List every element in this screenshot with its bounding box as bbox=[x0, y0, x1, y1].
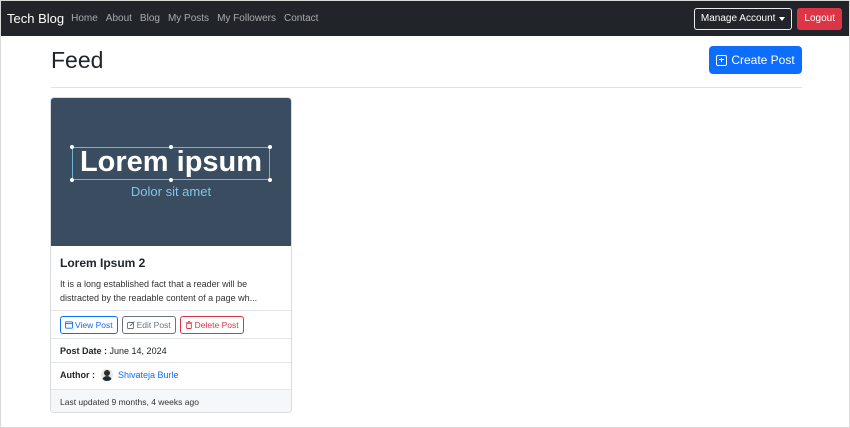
card-divider bbox=[51, 362, 291, 363]
pencil-square-icon bbox=[126, 321, 135, 329]
post-card-footer: Last updated 9 months, 4 weeks ago bbox=[51, 389, 291, 412]
create-post-button[interactable]: Create Post bbox=[709, 46, 802, 74]
edit-post-button[interactable]: Edit Post bbox=[121, 316, 176, 334]
card-divider bbox=[51, 338, 291, 339]
post-date-row: Post Date : June 14, 2024 bbox=[60, 346, 167, 356]
post-card-body: Lorem Ipsum 2 It is a long established f… bbox=[51, 246, 291, 305]
caret-down-icon bbox=[779, 16, 786, 21]
post-card: Lorem ipsum Dolor sit amet Lorem Ipsum 2… bbox=[50, 97, 292, 413]
post-date-value: June 14, 2024 bbox=[109, 346, 167, 356]
edit-post-label: Edit Post bbox=[136, 320, 171, 330]
post-author-row: Author : Shivateja Burle bbox=[60, 369, 179, 381]
view-post-label: View Post bbox=[75, 320, 113, 330]
post-title: Lorem Ipsum 2 bbox=[60, 256, 146, 270]
nav-links: Home About Blog My Posts My Followers Co… bbox=[71, 13, 326, 24]
view-post-button[interactable]: View Post bbox=[60, 316, 118, 334]
create-post-label: Create Post bbox=[731, 53, 795, 67]
delete-post-label: Delete Post bbox=[194, 320, 239, 330]
post-cover-image[interactable]: Lorem ipsum Dolor sit amet bbox=[51, 98, 291, 246]
post-excerpt: It is a long established fact that a rea… bbox=[60, 279, 258, 303]
author-link[interactable]: Shivateja Burle bbox=[118, 370, 179, 380]
delete-post-button[interactable]: Delete Post bbox=[179, 316, 244, 334]
author-avatar bbox=[101, 369, 113, 381]
nav-link-contact[interactable]: Contact bbox=[284, 13, 318, 24]
top-navbar: Tech Blog Home About Blog My Posts My Fo… bbox=[1, 1, 849, 36]
last-updated-text: Last updated 9 months, 4 weeks ago bbox=[60, 397, 199, 407]
brand-link[interactable]: Tech Blog bbox=[7, 11, 64, 26]
header-divider bbox=[51, 87, 802, 88]
post-author-label: Author : bbox=[60, 370, 95, 380]
nav-link-about[interactable]: About bbox=[106, 13, 132, 24]
manage-account-label: Manage Account bbox=[700, 13, 776, 24]
post-actions: View Post Edit Post Delete Post bbox=[60, 316, 248, 334]
nav-link-blog[interactable]: Blog bbox=[140, 13, 160, 24]
trash-icon bbox=[185, 321, 192, 329]
card-divider bbox=[51, 310, 291, 311]
nav-link-home[interactable]: Home bbox=[71, 13, 98, 24]
nav-link-my-followers[interactable]: My Followers bbox=[217, 13, 276, 24]
window-icon bbox=[65, 321, 73, 329]
logout-button[interactable]: Logout bbox=[797, 7, 842, 30]
nav-link-my-posts[interactable]: My Posts bbox=[168, 13, 209, 24]
nav-actions: Manage Account Logout bbox=[693, 7, 849, 30]
manage-account-dropdown[interactable]: Manage Account bbox=[693, 7, 793, 30]
plus-square-icon bbox=[716, 54, 728, 66]
cover-image-title: Lorem ipsum bbox=[79, 146, 263, 178]
post-date-label: Post Date : bbox=[60, 346, 108, 356]
cover-image-subtitle: Dolor sit amet bbox=[130, 184, 212, 199]
page-title: Feed bbox=[51, 47, 104, 73]
logout-label: Logout bbox=[804, 13, 835, 24]
